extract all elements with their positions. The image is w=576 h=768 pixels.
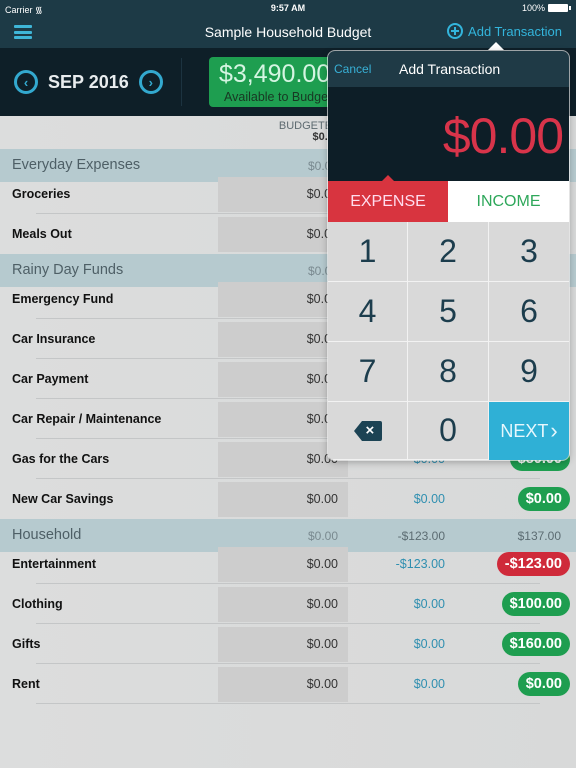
available-badge[interactable]: $160.00 — [501, 632, 570, 656]
status-bar: Carrier ᯾ 9:57 AM 100% — [0, 0, 576, 16]
group-budgeted: $0.00 — [307, 159, 338, 173]
group-available: $137.00 — [517, 529, 561, 543]
category-activity: $0.00 — [413, 637, 445, 651]
clock: 9:57 AM — [270, 3, 306, 13]
available-badge[interactable]: -$123.00 — [496, 552, 570, 576]
category-name: Rent — [12, 677, 40, 691]
income-tab[interactable]: INCOME — [448, 181, 569, 222]
key-7[interactable]: 7 — [328, 342, 408, 402]
popover-arrow — [488, 42, 504, 50]
add-transaction-button[interactable]: Add Transaction — [447, 23, 562, 39]
key-5[interactable]: 5 — [408, 282, 489, 342]
category-name: Gas for the Cars — [12, 452, 110, 466]
category-budgeted: $0.00 — [306, 227, 338, 241]
category-row[interactable]: Entertainment $0.00 -$123.00 -$123.00 — [0, 544, 576, 584]
category-name: Emergency Fund — [12, 292, 114, 306]
category-name: Clothing — [12, 597, 63, 611]
category-name: Car Payment — [12, 372, 89, 386]
available-badge[interactable]: $100.00 — [501, 592, 570, 616]
category-budgeted: $0.00 — [306, 637, 338, 651]
category-name: Meals Out — [12, 227, 72, 241]
category-activity: $0.00 — [413, 492, 445, 506]
number-keypad: 1 2 3 4 5 6 7 8 9 × 0 NEXT › — [328, 222, 569, 460]
key-2[interactable]: 2 — [408, 222, 489, 282]
category-row[interactable]: New Car Savings $0.00 $0.00 $0.00 — [0, 479, 576, 519]
divider — [181, 58, 182, 106]
plus-circle-icon — [447, 23, 464, 39]
add-transaction-popover: Cancel Add Transaction $0.00 EXPENSE INC… — [328, 51, 569, 460]
category-activity: $0.00 — [413, 597, 445, 611]
chevron-left-icon: ‹ — [23, 74, 29, 90]
group-budgeted: $0.00 — [307, 529, 338, 543]
backspace-icon: × — [353, 420, 382, 441]
category-budgeted: $0.00 — [306, 332, 338, 346]
category-name: New Car Savings — [12, 492, 114, 506]
row-divider — [36, 703, 540, 704]
group-budgeted: $0.00 — [307, 264, 338, 278]
group-activity: -$123.00 — [397, 529, 445, 543]
battery-indicator: 100% — [522, 3, 571, 13]
navigation-bar: Carrier ᯾ 9:57 AM 100% Sample Household … — [0, 0, 576, 48]
group-name: Everyday Expenses — [12, 157, 141, 173]
group-name: Rainy Day Funds — [12, 262, 124, 278]
available-badge[interactable]: $0.00 — [517, 672, 570, 696]
key-6[interactable]: 6 — [489, 282, 569, 342]
month-navigator: ‹ SEP 2016 › — [14, 70, 163, 94]
category-name: Groceries — [12, 187, 71, 201]
key-1[interactable]: 1 — [328, 222, 408, 282]
category-budgeted: $0.00 — [306, 677, 338, 691]
category-row[interactable]: Clothing $0.00 $0.00 $100.00 — [0, 584, 576, 624]
transaction-type-toggle: EXPENSE INCOME — [328, 175, 569, 222]
chevron-right-icon: › — [148, 74, 153, 90]
available-label: Available to Budget — [224, 90, 332, 104]
category-budgeted: $0.00 — [306, 292, 338, 306]
category-budgeted: $0.00 — [306, 412, 338, 426]
category-activity: $0.00 — [413, 677, 445, 691]
category-budgeted: $0.00 — [306, 452, 338, 466]
expense-tab[interactable]: EXPENSE — [328, 175, 448, 222]
next-button[interactable]: NEXT › — [489, 402, 569, 460]
available-badge[interactable]: $0.00 — [517, 487, 570, 511]
key-0[interactable]: 0 — [408, 402, 489, 460]
key-4[interactable]: 4 — [328, 282, 408, 342]
backspace-key[interactable]: × — [328, 402, 408, 460]
next-label: NEXT — [500, 420, 549, 441]
available-amount: $3,490.00 — [219, 60, 331, 88]
key-8[interactable]: 8 — [408, 342, 489, 402]
category-budgeted: $0.00 — [306, 492, 338, 506]
current-month: SEP 2016 — [48, 71, 129, 92]
category-name: Gifts — [12, 637, 41, 651]
category-name: Car Repair / Maintenance — [12, 412, 162, 426]
battery-icon — [548, 4, 571, 12]
category-activity: -$123.00 — [395, 557, 445, 571]
chevron-right-icon: › — [550, 418, 558, 443]
key-9[interactable]: 9 — [489, 342, 569, 402]
category-budgeted: $0.00 — [306, 187, 338, 201]
category-name: Entertainment — [12, 557, 97, 571]
category-name: Car Insurance — [12, 332, 96, 346]
category-budgeted: $0.00 — [306, 597, 338, 611]
add-transaction-label: Add Transaction — [468, 23, 562, 39]
key-3[interactable]: 3 — [489, 222, 569, 282]
popover-header: Cancel Add Transaction — [328, 51, 569, 87]
amount-display: $0.00 — [328, 87, 569, 181]
group-name: Household — [12, 527, 82, 543]
category-budgeted: $0.00 — [306, 372, 338, 386]
popover-title: Add Transaction — [399, 61, 501, 77]
category-row[interactable]: Rent $0.00 $0.00 $0.00 — [0, 664, 576, 704]
cancel-button[interactable]: Cancel — [334, 62, 371, 76]
category-row[interactable]: Gifts $0.00 $0.00 $160.00 — [0, 624, 576, 664]
next-month-button[interactable]: › — [138, 70, 163, 94]
category-budgeted: $0.00 — [306, 557, 338, 571]
previous-month-button[interactable]: ‹ — [14, 70, 38, 94]
amount-value: $0.00 — [442, 108, 564, 164]
